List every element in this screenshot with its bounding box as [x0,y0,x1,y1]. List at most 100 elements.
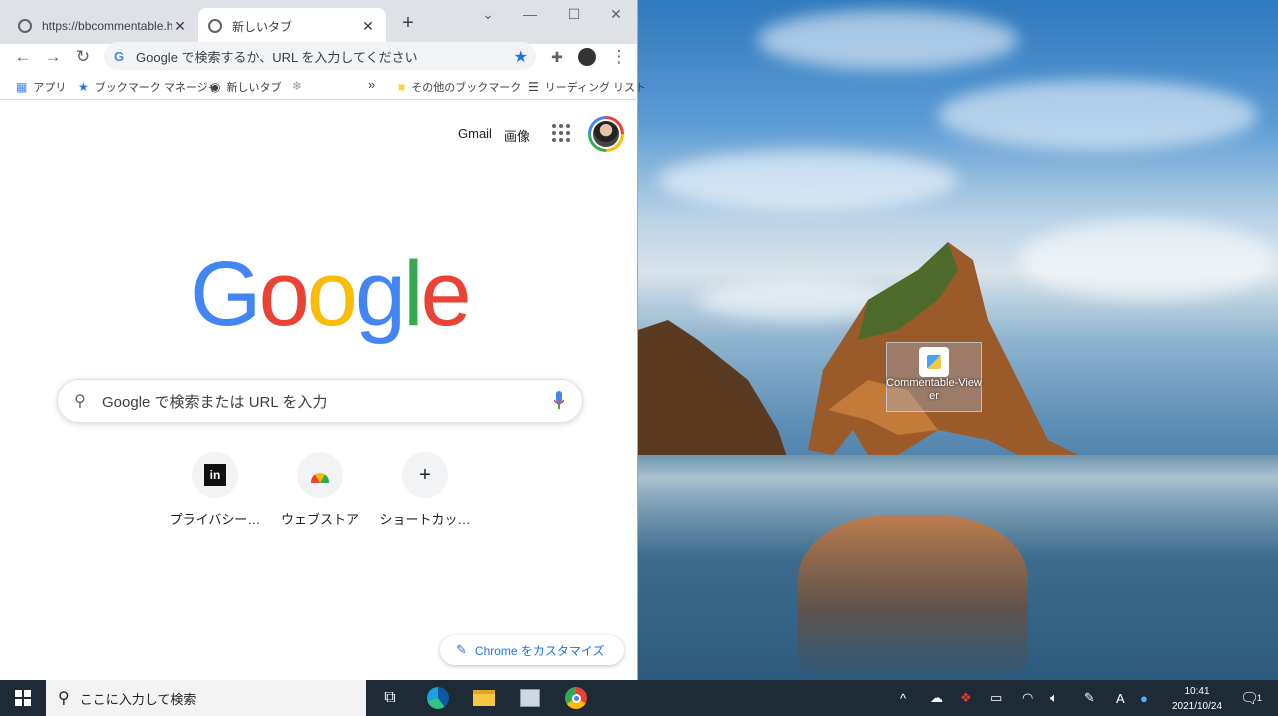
cloud [938,80,1258,150]
bookmark-label: ブックマーク マネージャ [94,82,219,94]
chrome-icon [208,19,222,33]
bookmark-other[interactable]: ■ その他のブックマーク [398,79,521,95]
maximize-button[interactable]: ☐ [552,0,596,28]
shortcut-label: ショートカッ… [379,512,471,527]
app-icon[interactable] [516,684,544,712]
reading-list[interactable]: ☰ リーディング リスト [528,79,646,95]
app-shortcut-icon [919,347,949,377]
rock-reflection [798,515,1028,675]
chrome-taskbar-icon[interactable] [562,684,590,712]
tab-new-tab[interactable]: 新しいタブ ✕ [198,8,386,44]
cloud [758,10,1018,70]
edge-icon[interactable] [424,684,452,712]
microphone-icon[interactable] [554,391,564,411]
app-tray-icon[interactable]: ● [1140,680,1148,716]
notification-center-icon[interactable]: 🗨︎ 1 [1240,680,1262,716]
task-view-icon[interactable]: ⧉ [376,684,404,712]
logo-letter: e [420,243,472,345]
ime-indicator[interactable]: A [1116,680,1125,716]
search-input[interactable]: ⚲ Google で検索または URL を入力 [57,379,583,423]
minimize-button[interactable]: — [508,0,552,28]
battery-icon[interactable]: ▭ [990,680,1002,716]
bookmark-label: リーディング リスト [544,82,647,94]
bookmark-label: 新しいタブ [226,82,282,94]
folder-icon: ■ [398,80,406,94]
plus-icon: + [402,452,448,498]
back-icon[interactable]: ← [12,46,34,68]
customize-chrome-button[interactable]: ✎ Chrome をカスタマイズ [440,635,624,665]
taskbar-search-placeholder: ここに入力して検索 [79,691,197,707]
wifi-icon[interactable]: ◠ [1022,680,1033,716]
bookmark-apps[interactable]: ▦ アプリ [16,79,66,95]
close-window-button[interactable]: ✕ [594,0,638,28]
bookmark-snowflake[interactable]: ❄ [292,79,308,93]
tab-strip: https://bbcommentable.h ✕ 新しいタブ ✕ + ⌄ — … [0,0,637,44]
bookmark-new-tab[interactable]: ◉ 新しいタブ [210,79,281,95]
new-tab-page: Gmail 画像 Google ⚲ Google で検索または URL を入力 … [0,100,638,680]
taskbar: ⚲ ここに入力して検索 ⧉ ^ ☁ ❖ ▭ ◠ 🔈︎ ✎ A ● 10:41 2… [0,680,1278,716]
google-logo: Google [190,248,472,340]
pencil-icon: ✎ [456,642,467,657]
pen-icon[interactable]: ✎ [1084,680,1095,716]
bookmark-star-icon[interactable]: ★ [514,47,528,67]
reload-icon[interactable]: ↻ [72,46,94,68]
shortcut-label: プライバシー… [169,512,261,527]
ie-icon: in [192,452,238,498]
bookmarks-bar: ▦ アプリ ★ ブックマーク マネージャ ◉ 新しいタブ ❄ » ■ その他のブ… [0,74,646,100]
gmail-link[interactable]: Gmail [458,126,492,141]
desktop-icon-label: Commentable-Viewer [886,377,982,402]
extensions-puzzle-icon[interactable]: ✚ [546,46,568,68]
close-tab-icon[interactable]: ✕ [360,18,376,35]
google-g-icon: G [114,49,125,64]
apps-grid-icon: ▦ [16,80,28,94]
profile-avatar[interactable] [576,46,598,68]
onedrive-cloud-icon[interactable]: ☁ [930,680,943,716]
new-tab-button[interactable]: + [396,12,420,35]
volume-icon[interactable]: 🔈︎ [1050,680,1058,716]
forward-icon[interactable]: → [42,46,64,68]
bookmark-manager[interactable]: ★ ブックマーク マネージャ [78,79,218,95]
shortcut-privacy[interactable]: in プライバシー… [160,452,270,528]
chrome-window: https://bbcommentable.h ✕ 新しいタブ ✕ + ⌄ — … [0,0,646,680]
file-explorer-icon[interactable] [470,684,498,712]
chrome-icon: ◉ [210,80,221,94]
tab-title: https://bbcommentable.h [42,19,172,33]
webstore-icon [297,452,343,498]
show-hidden-icons-chevron-icon[interactable]: ^ [900,680,906,716]
search-placeholder: Google で検索または URL を入力 [102,393,328,411]
shortcut-add[interactable]: + ショートカッ… [370,452,480,528]
bookmark-label: その他のブックマーク [411,82,522,94]
globe-icon [18,19,32,33]
shortcut-label: ウェブストア [280,512,359,527]
logo-letter: G [190,243,262,345]
search-icon: ⚲ [74,393,86,410]
taskbar-search-box[interactable]: ⚲ ここに入力して検索 [46,680,366,716]
address-bar[interactable]: G Google で検索するか、URL を入力してください ★ [104,42,536,70]
snowflake-icon: ❄ [292,79,303,93]
clock-date: 2021/10/24 [1171,701,1223,712]
google-apps-icon[interactable] [552,124,570,142]
bookmarks-overflow-button[interactable]: » [368,77,375,92]
notification-count: 1 [1257,693,1263,703]
close-tab-icon[interactable]: ✕ [172,18,188,35]
clock-time: 10:41 [1184,686,1210,697]
images-link[interactable]: 画像 [504,126,530,145]
logo-letter: l [403,243,424,345]
start-button[interactable] [0,680,46,716]
desktop-wallpaper [638,0,1278,680]
windows-logo-icon [15,690,31,706]
address-bar-placeholder: Google で検索するか、URL を入力してください [136,49,418,65]
tab-bbcommentable[interactable]: https://bbcommentable.h ✕ [8,8,198,44]
clock[interactable]: 10:41 2021/10/24 [1164,684,1230,714]
logo-letter: o [306,243,358,345]
menu-icon[interactable]: ⋮ [608,46,630,68]
tab-search-icon[interactable]: ⌄ [466,0,510,28]
shortcut-webstore[interactable]: ウェブストア [265,452,375,528]
customize-label: Chrome をカスタマイズ [474,643,605,658]
desktop-shortcut-commentable-viewer[interactable]: Commentable-Viewer [886,342,982,412]
cloud [658,150,958,210]
search-icon: ⚲ [58,690,70,707]
reading-list-icon: ☰ [528,80,539,94]
account-avatar[interactable] [588,116,624,152]
dropbox-icon[interactable]: ❖ [960,680,972,716]
